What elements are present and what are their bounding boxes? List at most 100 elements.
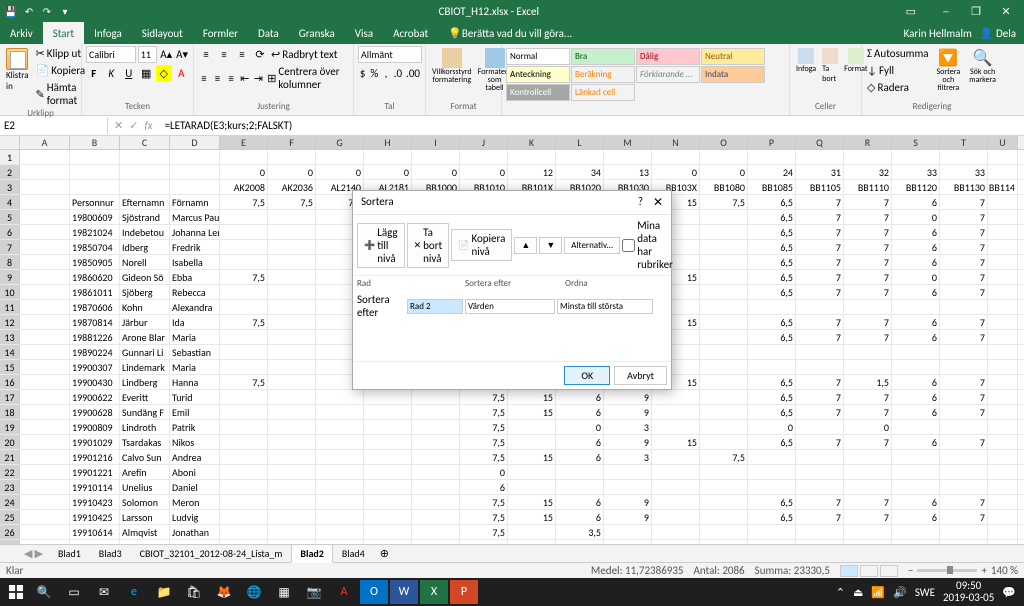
powerpoint-icon[interactable]: P	[450, 580, 478, 604]
cell[interactable]	[988, 345, 1018, 359]
cell[interactable]	[220, 345, 268, 359]
cell[interactable]	[844, 480, 892, 494]
cell[interactable]: 7	[844, 225, 892, 239]
lang-indicator[interactable]: SWE	[915, 586, 935, 599]
cell[interactable]: 7	[796, 210, 844, 224]
cell[interactable]	[700, 525, 748, 539]
cell[interactable]: Gideon Sö	[120, 270, 170, 284]
cell[interactable]	[364, 465, 412, 479]
col-header-N[interactable]: N	[652, 136, 700, 149]
cell[interactable]	[508, 465, 556, 479]
cell[interactable]	[220, 255, 268, 269]
cell[interactable]	[20, 270, 70, 284]
cell[interactable]: Andrea	[170, 450, 220, 464]
cell[interactable]	[20, 225, 70, 239]
cell[interactable]	[508, 540, 556, 544]
cell[interactable]	[652, 465, 700, 479]
cell[interactable]: 7	[940, 375, 988, 389]
cell[interactable]	[20, 195, 70, 209]
cell[interactable]	[316, 405, 364, 419]
cell[interactable]: 19910425	[70, 510, 120, 524]
cell[interactable]: 0	[316, 165, 364, 179]
cell[interactable]	[796, 450, 844, 464]
cell[interactable]	[700, 510, 748, 524]
cell[interactable]	[604, 480, 652, 494]
cell[interactable]: 7	[844, 330, 892, 344]
cell[interactable]	[316, 480, 364, 494]
cell[interactable]	[20, 180, 70, 194]
zoom-out-icon[interactable]: −	[908, 564, 913, 577]
outlook-icon[interactable]: O	[360, 580, 388, 604]
underline-icon[interactable]: U	[121, 65, 137, 81]
cell[interactable]: 7	[796, 225, 844, 239]
acrobat-icon[interactable]: A	[330, 580, 358, 604]
cell[interactable]: 7	[796, 270, 844, 284]
cell[interactable]	[364, 450, 412, 464]
move-up-button[interactable]: ▲	[514, 237, 537, 254]
cell[interactable]	[412, 480, 460, 494]
task-view-icon[interactable]: ▭	[60, 580, 88, 604]
wrap-button[interactable]: ↩ Radbryt text	[270, 47, 338, 62]
cell[interactable]	[220, 465, 268, 479]
style-normal[interactable]: Normal	[506, 48, 570, 65]
cell[interactable]	[460, 150, 508, 164]
cell[interactable]: 7,5	[220, 375, 268, 389]
cell[interactable]	[700, 210, 748, 224]
cell[interactable]	[268, 225, 316, 239]
cell[interactable]: Alexandra	[170, 300, 220, 314]
cell[interactable]	[412, 405, 460, 419]
row-header[interactable]: 17	[0, 390, 20, 404]
cell[interactable]	[748, 360, 796, 374]
cell[interactable]	[268, 405, 316, 419]
cell[interactable]	[412, 450, 460, 464]
font-size-select[interactable]: 11	[138, 46, 157, 63]
cell[interactable]	[20, 150, 70, 164]
style-kontrollcell[interactable]: Kontrollcell	[506, 84, 570, 101]
cut-button[interactable]: ✂ Klipp ut	[35, 46, 87, 61]
cell[interactable]: 6,5	[748, 390, 796, 404]
cell[interactable]: 7	[844, 315, 892, 329]
cancel-button[interactable]: Avbryt	[614, 366, 667, 385]
cell[interactable]: 7	[796, 315, 844, 329]
cell[interactable]: 9	[604, 495, 652, 509]
cell[interactable]	[652, 405, 700, 419]
cell[interactable]: BB1110	[844, 180, 892, 194]
cell[interactable]	[220, 225, 268, 239]
cell[interactable]	[220, 510, 268, 524]
cell[interactable]	[220, 210, 268, 224]
cell[interactable]: Maria	[170, 360, 220, 374]
cell[interactable]: Ida	[170, 315, 220, 329]
cell[interactable]: BB1085	[748, 180, 796, 194]
cell[interactable]	[508, 435, 556, 449]
col-header-J[interactable]: J	[460, 136, 508, 149]
cell[interactable]	[988, 525, 1018, 539]
cell[interactable]: 7	[940, 495, 988, 509]
dec-dec-icon[interactable]: .00	[405, 65, 421, 81]
cell[interactable]	[316, 390, 364, 404]
cell[interactable]	[220, 405, 268, 419]
copy-button[interactable]: 📄 Kopiera	[35, 63, 87, 78]
indent-dec-icon[interactable]: ⇤	[239, 70, 251, 86]
sort-filter-button[interactable]: 🔽Sortera och filtrera	[934, 46, 964, 95]
excel-icon[interactable]: X	[420, 580, 448, 604]
row-header[interactable]: 6	[0, 225, 20, 239]
cell[interactable]: 6,5	[748, 210, 796, 224]
add-level-button[interactable]: ➕ Lägg till nivå	[357, 223, 405, 268]
cell[interactable]: 7,5	[700, 450, 748, 464]
cell[interactable]: 24	[748, 165, 796, 179]
cell[interactable]	[844, 360, 892, 374]
cell[interactable]	[20, 375, 70, 389]
cell[interactable]: Daniel	[170, 480, 220, 494]
cell[interactable]: 0	[460, 465, 508, 479]
notifications-icon[interactable]: 💬	[1002, 586, 1016, 599]
cell[interactable]: 7,5	[460, 405, 508, 419]
save-icon[interactable]: 💾	[4, 4, 18, 18]
cell[interactable]	[412, 465, 460, 479]
clear-button[interactable]: ◇ Radera	[866, 80, 930, 95]
cell[interactable]	[412, 150, 460, 164]
cell[interactable]	[170, 165, 220, 179]
cell[interactable]	[268, 285, 316, 299]
style-dlig[interactable]: Dålig	[636, 48, 700, 65]
cell[interactable]: Förnamn	[170, 195, 220, 209]
cell[interactable]	[940, 525, 988, 539]
